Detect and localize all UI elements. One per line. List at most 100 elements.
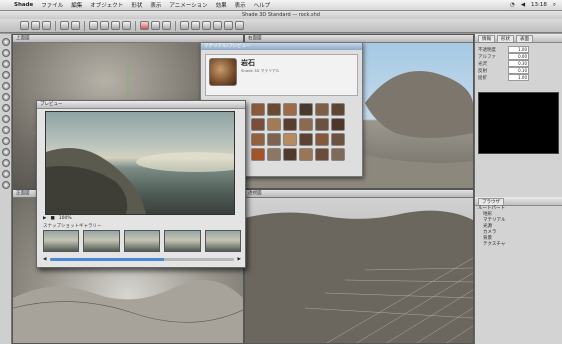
material-swatch[interactable] xyxy=(267,118,281,131)
part-tool-icon[interactable] xyxy=(1,137,10,145)
prev-icon[interactable]: ◀ xyxy=(43,257,46,262)
polygon-tool-icon[interactable] xyxy=(1,115,10,123)
prop-row: アルファ 0.00 xyxy=(475,53,562,60)
modify-tool-icon[interactable] xyxy=(1,126,10,134)
material-swatch[interactable] xyxy=(283,148,297,161)
snapshot-thumbnail[interactable] xyxy=(83,230,120,252)
toolbar-divider xyxy=(135,20,136,31)
box-tool-icon[interactable] xyxy=(1,82,10,90)
material-swatch[interactable] xyxy=(251,148,265,161)
menu-display[interactable]: 表示 xyxy=(231,1,250,9)
material-swatch[interactable] xyxy=(251,133,265,146)
render-progress xyxy=(50,258,234,261)
grid-icon[interactable] xyxy=(235,21,244,30)
material-swatch[interactable] xyxy=(283,133,297,146)
wifi-icon[interactable]: ◔ xyxy=(510,2,515,9)
light-tool-icon[interactable] xyxy=(1,148,10,156)
zoom-out-icon[interactable] xyxy=(191,21,200,30)
tab-info[interactable]: 情報 xyxy=(478,34,495,42)
material-swatch[interactable] xyxy=(251,103,265,116)
line-tool-icon[interactable] xyxy=(1,60,10,68)
menu-shape[interactable]: 形状 xyxy=(127,1,146,9)
stop-icon[interactable]: ■ xyxy=(50,216,54,221)
sphere-tool-icon[interactable] xyxy=(1,71,10,79)
material-swatch[interactable] xyxy=(283,118,297,131)
material-swatch[interactable] xyxy=(267,103,281,116)
zoom-in-icon[interactable] xyxy=(180,21,189,30)
dialog-header: マテリアル/プレビュー xyxy=(201,43,362,50)
prop-value[interactable]: 0.30 xyxy=(508,60,529,67)
move-icon[interactable] xyxy=(89,21,98,30)
material-swatch[interactable] xyxy=(267,133,281,146)
next-icon[interactable]: ▶ xyxy=(238,257,241,262)
tab-surface[interactable]: 表面 xyxy=(516,34,533,42)
prop-value[interactable]: 0.10 xyxy=(508,67,529,74)
material-swatch[interactable] xyxy=(315,103,329,116)
material-swatch[interactable] xyxy=(283,103,297,116)
material-swatch[interactable] xyxy=(315,133,329,146)
volume-icon[interactable]: ◀ xyxy=(521,2,525,9)
snap-icon[interactable] xyxy=(122,21,131,30)
prop-value[interactable]: 1.00 xyxy=(508,74,529,81)
prop-value[interactable]: 1.00 xyxy=(508,46,529,53)
rendered-image[interactable] xyxy=(45,111,256,215)
clock[interactable]: 13:18 xyxy=(531,2,547,9)
snapshot-thumbnail[interactable] xyxy=(204,230,242,252)
hand-tool-icon[interactable] xyxy=(1,181,10,189)
prop-label: 反射 xyxy=(478,68,487,74)
scale-icon[interactable] xyxy=(111,21,120,30)
material-swatch[interactable] xyxy=(267,148,281,161)
undo-icon[interactable] xyxy=(60,21,69,30)
material-swatch[interactable] xyxy=(331,118,345,131)
camera-icon[interactable] xyxy=(213,21,222,30)
material-thumbnail[interactable] xyxy=(209,58,237,86)
tab-shape[interactable]: 形状 xyxy=(497,34,514,42)
material-swatch[interactable] xyxy=(299,118,313,131)
render-settings-icon[interactable] xyxy=(151,21,160,30)
revolve-tool-icon[interactable] xyxy=(1,93,10,101)
sweep-tool-icon[interactable] xyxy=(1,104,10,112)
play-icon[interactable]: ▶ xyxy=(43,216,46,221)
select-tool-icon[interactable] xyxy=(1,38,10,46)
menu-view[interactable]: 表示 xyxy=(146,1,165,9)
material-swatch[interactable] xyxy=(331,148,345,161)
layout-icon[interactable] xyxy=(224,21,233,30)
material-swatch[interactable] xyxy=(315,148,329,161)
material-swatch[interactable] xyxy=(299,103,313,116)
prop-value[interactable]: 0.00 xyxy=(508,53,529,60)
tree-item[interactable]: テクスチャ xyxy=(475,242,562,248)
material-swatch[interactable] xyxy=(331,133,345,146)
material-swatch[interactable] xyxy=(315,118,329,131)
save-icon[interactable] xyxy=(42,21,51,30)
measure-tool-icon[interactable] xyxy=(1,170,10,178)
material-swatch[interactable] xyxy=(299,133,313,146)
snapshot-thumbnail[interactable] xyxy=(164,230,201,252)
camera-tool-icon[interactable] xyxy=(1,159,10,167)
menu-effect[interactable]: 効果 xyxy=(212,1,231,9)
open-file-icon[interactable] xyxy=(31,21,40,30)
tab-browser[interactable]: ブラウザ xyxy=(478,197,504,205)
snapshot-thumbnail[interactable] xyxy=(43,230,80,252)
snapshot-thumbnail[interactable] xyxy=(123,230,161,252)
material-swatch[interactable] xyxy=(251,118,265,131)
menu-animation[interactable]: アニメーション xyxy=(165,1,211,9)
fit-view-icon[interactable] xyxy=(202,21,211,30)
material-card: 岩石 Shade 3D マテリアル xyxy=(205,54,358,96)
material-swatch[interactable] xyxy=(331,103,345,116)
render-icon[interactable] xyxy=(140,21,149,30)
menu-edit[interactable]: 編集 xyxy=(67,1,86,9)
create-tool-icon[interactable] xyxy=(1,49,10,57)
zoom-level[interactable]: 100% xyxy=(59,216,72,221)
menu-app[interactable]: Shade xyxy=(10,2,37,8)
spotlight-icon[interactable]: ⌕ xyxy=(553,2,556,9)
redo-icon[interactable] xyxy=(71,21,80,30)
render-progress-fill xyxy=(50,258,164,261)
menu-help[interactable]: ヘルプ xyxy=(250,1,275,9)
material-swatch[interactable] xyxy=(299,148,313,161)
menu-object[interactable]: オブジェクト xyxy=(86,1,127,9)
viewport-perspective[interactable]: 透視図 xyxy=(244,189,474,344)
new-file-icon[interactable] xyxy=(20,21,29,30)
light-icon[interactable] xyxy=(162,21,171,30)
rotate-icon[interactable] xyxy=(100,21,109,30)
menu-file[interactable]: ファイル xyxy=(37,1,67,9)
